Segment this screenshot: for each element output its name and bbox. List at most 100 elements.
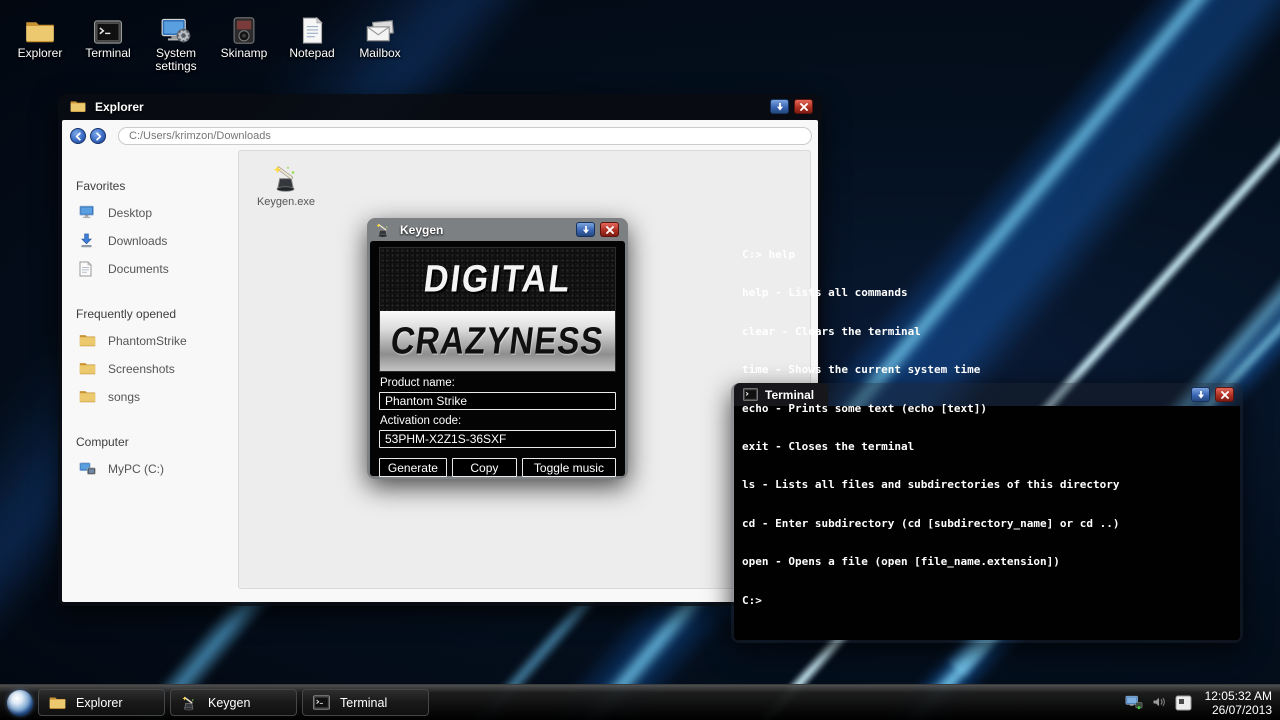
- minimize-button[interactable]: [1191, 387, 1210, 402]
- sidebar-item-label: Documents: [108, 262, 169, 276]
- close-icon[interactable]: [600, 222, 619, 237]
- folder-icon: [7, 12, 73, 44]
- close-icon[interactable]: [794, 99, 813, 114]
- minimize-button[interactable]: [770, 99, 789, 114]
- sidebar-item-downloads[interactable]: Downloads: [76, 227, 236, 255]
- keygen-icon: [249, 159, 323, 193]
- sidebar-section-title: Computer: [76, 428, 236, 455]
- desktop-icon-explorer[interactable]: Explorer: [7, 12, 73, 73]
- sidebar-item-songs[interactable]: songs: [76, 383, 236, 411]
- keygen-icon: [181, 695, 199, 711]
- product-name-field[interactable]: [379, 392, 616, 410]
- downloads-icon: [79, 233, 97, 249]
- mailbox-icon: [347, 12, 413, 44]
- desktop-icon-skinamp[interactable]: Skinamp: [211, 12, 277, 73]
- folder-icon: [79, 361, 97, 377]
- keyboard-layout-icon[interactable]: [1175, 695, 1192, 711]
- desktop: Explorer Terminal System settings Skinam…: [0, 0, 1280, 720]
- generate-button[interactable]: Generate: [379, 458, 447, 477]
- window-title: Explorer: [95, 100, 144, 114]
- sidebar-item-label: Desktop: [108, 206, 152, 220]
- documents-icon: [79, 261, 97, 277]
- desktop-icon-label: Explorer: [7, 47, 73, 60]
- desktop-icon-mailbox[interactable]: Mailbox: [347, 12, 413, 73]
- address-bar[interactable]: [118, 127, 812, 145]
- terminal-line: echo - Prints some text (echo [text]): [742, 403, 1120, 416]
- terminal-line: help - Lists all commands: [742, 287, 1120, 300]
- copy-button[interactable]: Copy: [452, 458, 517, 477]
- start-button[interactable]: [7, 690, 33, 716]
- desktop-icon-grid: Explorer Terminal System settings Skinam…: [7, 12, 415, 73]
- keygen-titlebar[interactable]: Keygen: [367, 218, 628, 241]
- sidebar-item-screenshots[interactable]: Screenshots: [76, 355, 236, 383]
- folder-icon: [49, 695, 67, 711]
- desktop-icon-terminal[interactable]: Terminal: [75, 12, 141, 73]
- notepad-icon: [279, 12, 345, 44]
- terminal-line: time - Shows the current system time: [742, 364, 1120, 377]
- clock-date: 26/07/2013: [1205, 703, 1272, 717]
- desktop-icon-notepad[interactable]: Notepad: [279, 12, 345, 73]
- taskbar-button-keygen[interactable]: Keygen: [170, 689, 297, 716]
- file-label: Keygen.exe: [249, 196, 323, 208]
- sidebar-item-desktop[interactable]: Desktop: [76, 199, 236, 227]
- taskbar-button-label: Keygen: [208, 696, 250, 710]
- terminal-output: C:> help help - Lists all commands clear…: [742, 224, 1120, 634]
- terminal-prompt: C:>: [742, 595, 1120, 608]
- sidebar-item-phantomstrike[interactable]: PhantomStrike: [76, 327, 236, 355]
- desktop-icon-label: Mailbox: [347, 47, 413, 60]
- desktop-icon-label: Notepad: [279, 47, 345, 60]
- desktop-icon-label: Terminal: [75, 47, 141, 60]
- terminal-line: clear - Clears the terminal: [742, 326, 1120, 339]
- taskbar-button-label: Terminal: [340, 696, 387, 710]
- taskbar: Explorer Keygen Terminal 12:05:32 AM 26/…: [0, 684, 1280, 720]
- sidebar-item-label: songs: [108, 390, 140, 404]
- file-keygen-exe[interactable]: Keygen.exe: [249, 159, 323, 208]
- explorer-titlebar[interactable]: Explorer: [58, 94, 822, 120]
- keygen-logo: DIGITAL CRAZYNESS: [379, 247, 616, 372]
- logo-text-digital: DIGITAL: [421, 258, 574, 302]
- terminal-line: open - Opens a file (open [file_name.ext…: [742, 556, 1120, 569]
- minimize-button[interactable]: [576, 222, 595, 237]
- desktop-icon-system-settings[interactable]: System settings: [143, 12, 209, 73]
- toggle-music-button[interactable]: Toggle music: [522, 458, 616, 477]
- taskbar-button-terminal[interactable]: Terminal: [302, 689, 429, 716]
- sidebar-item-documents[interactable]: Documents: [76, 255, 236, 283]
- sidebar-section-title: Frequently opened: [76, 300, 236, 327]
- desktop-icon: [79, 205, 97, 221]
- forward-button[interactable]: [90, 128, 106, 144]
- network-icon[interactable]: [1125, 695, 1143, 711]
- close-icon[interactable]: [1215, 387, 1234, 402]
- folder-icon: [79, 389, 97, 405]
- activation-code-field[interactable]: [379, 430, 616, 448]
- terminal-icon: [75, 12, 141, 44]
- taskbar-clock: 12:05:32 AM 26/07/2013: [1201, 689, 1272, 717]
- keygen-window: Keygen DIGITAL CRAZYNESS Product name: A…: [367, 218, 628, 479]
- terminal-line: C:> help: [742, 249, 1120, 262]
- window-title: Keygen: [400, 223, 443, 237]
- desktop-icon-label: System settings: [143, 47, 209, 73]
- logo-text-crazyness: CRAZYNESS: [389, 319, 607, 363]
- taskbar-button-explorer[interactable]: Explorer: [38, 689, 165, 716]
- back-button[interactable]: [70, 128, 86, 144]
- terminal-line: cd - Enter subdirectory (cd [subdirector…: [742, 518, 1120, 531]
- music-player-icon: [211, 12, 277, 44]
- activation-code-label: Activation code:: [380, 415, 616, 427]
- sidebar-section-title: Favorites: [76, 172, 236, 199]
- sidebar-item-label: PhantomStrike: [108, 334, 187, 348]
- desktop-icon-label: Skinamp: [211, 47, 277, 60]
- sidebar-item-label: MyPC (C:): [108, 462, 164, 476]
- clock-time: 12:05:32 AM: [1205, 689, 1272, 703]
- folder-icon: [70, 99, 88, 115]
- system-settings-icon: [143, 12, 209, 44]
- sidebar-item-mypc[interactable]: MyPC (C:): [76, 455, 236, 483]
- product-name-label: Product name:: [380, 377, 616, 389]
- explorer-sidebar: Favorites Desktop Downloads Documents Fr…: [76, 172, 236, 596]
- volume-icon[interactable]: [1152, 695, 1166, 711]
- computer-icon: [79, 461, 97, 477]
- taskbar-button-label: Explorer: [76, 696, 123, 710]
- system-tray: 12:05:32 AM 26/07/2013: [1125, 685, 1272, 720]
- keygen-body: DIGITAL CRAZYNESS Product name: Activati…: [370, 241, 625, 476]
- folder-icon: [79, 333, 97, 349]
- terminal-window: Terminal C:> help help - Lists all comma…: [731, 383, 1243, 643]
- terminal-screen[interactable]: C:> help help - Lists all commands clear…: [734, 406, 1240, 640]
